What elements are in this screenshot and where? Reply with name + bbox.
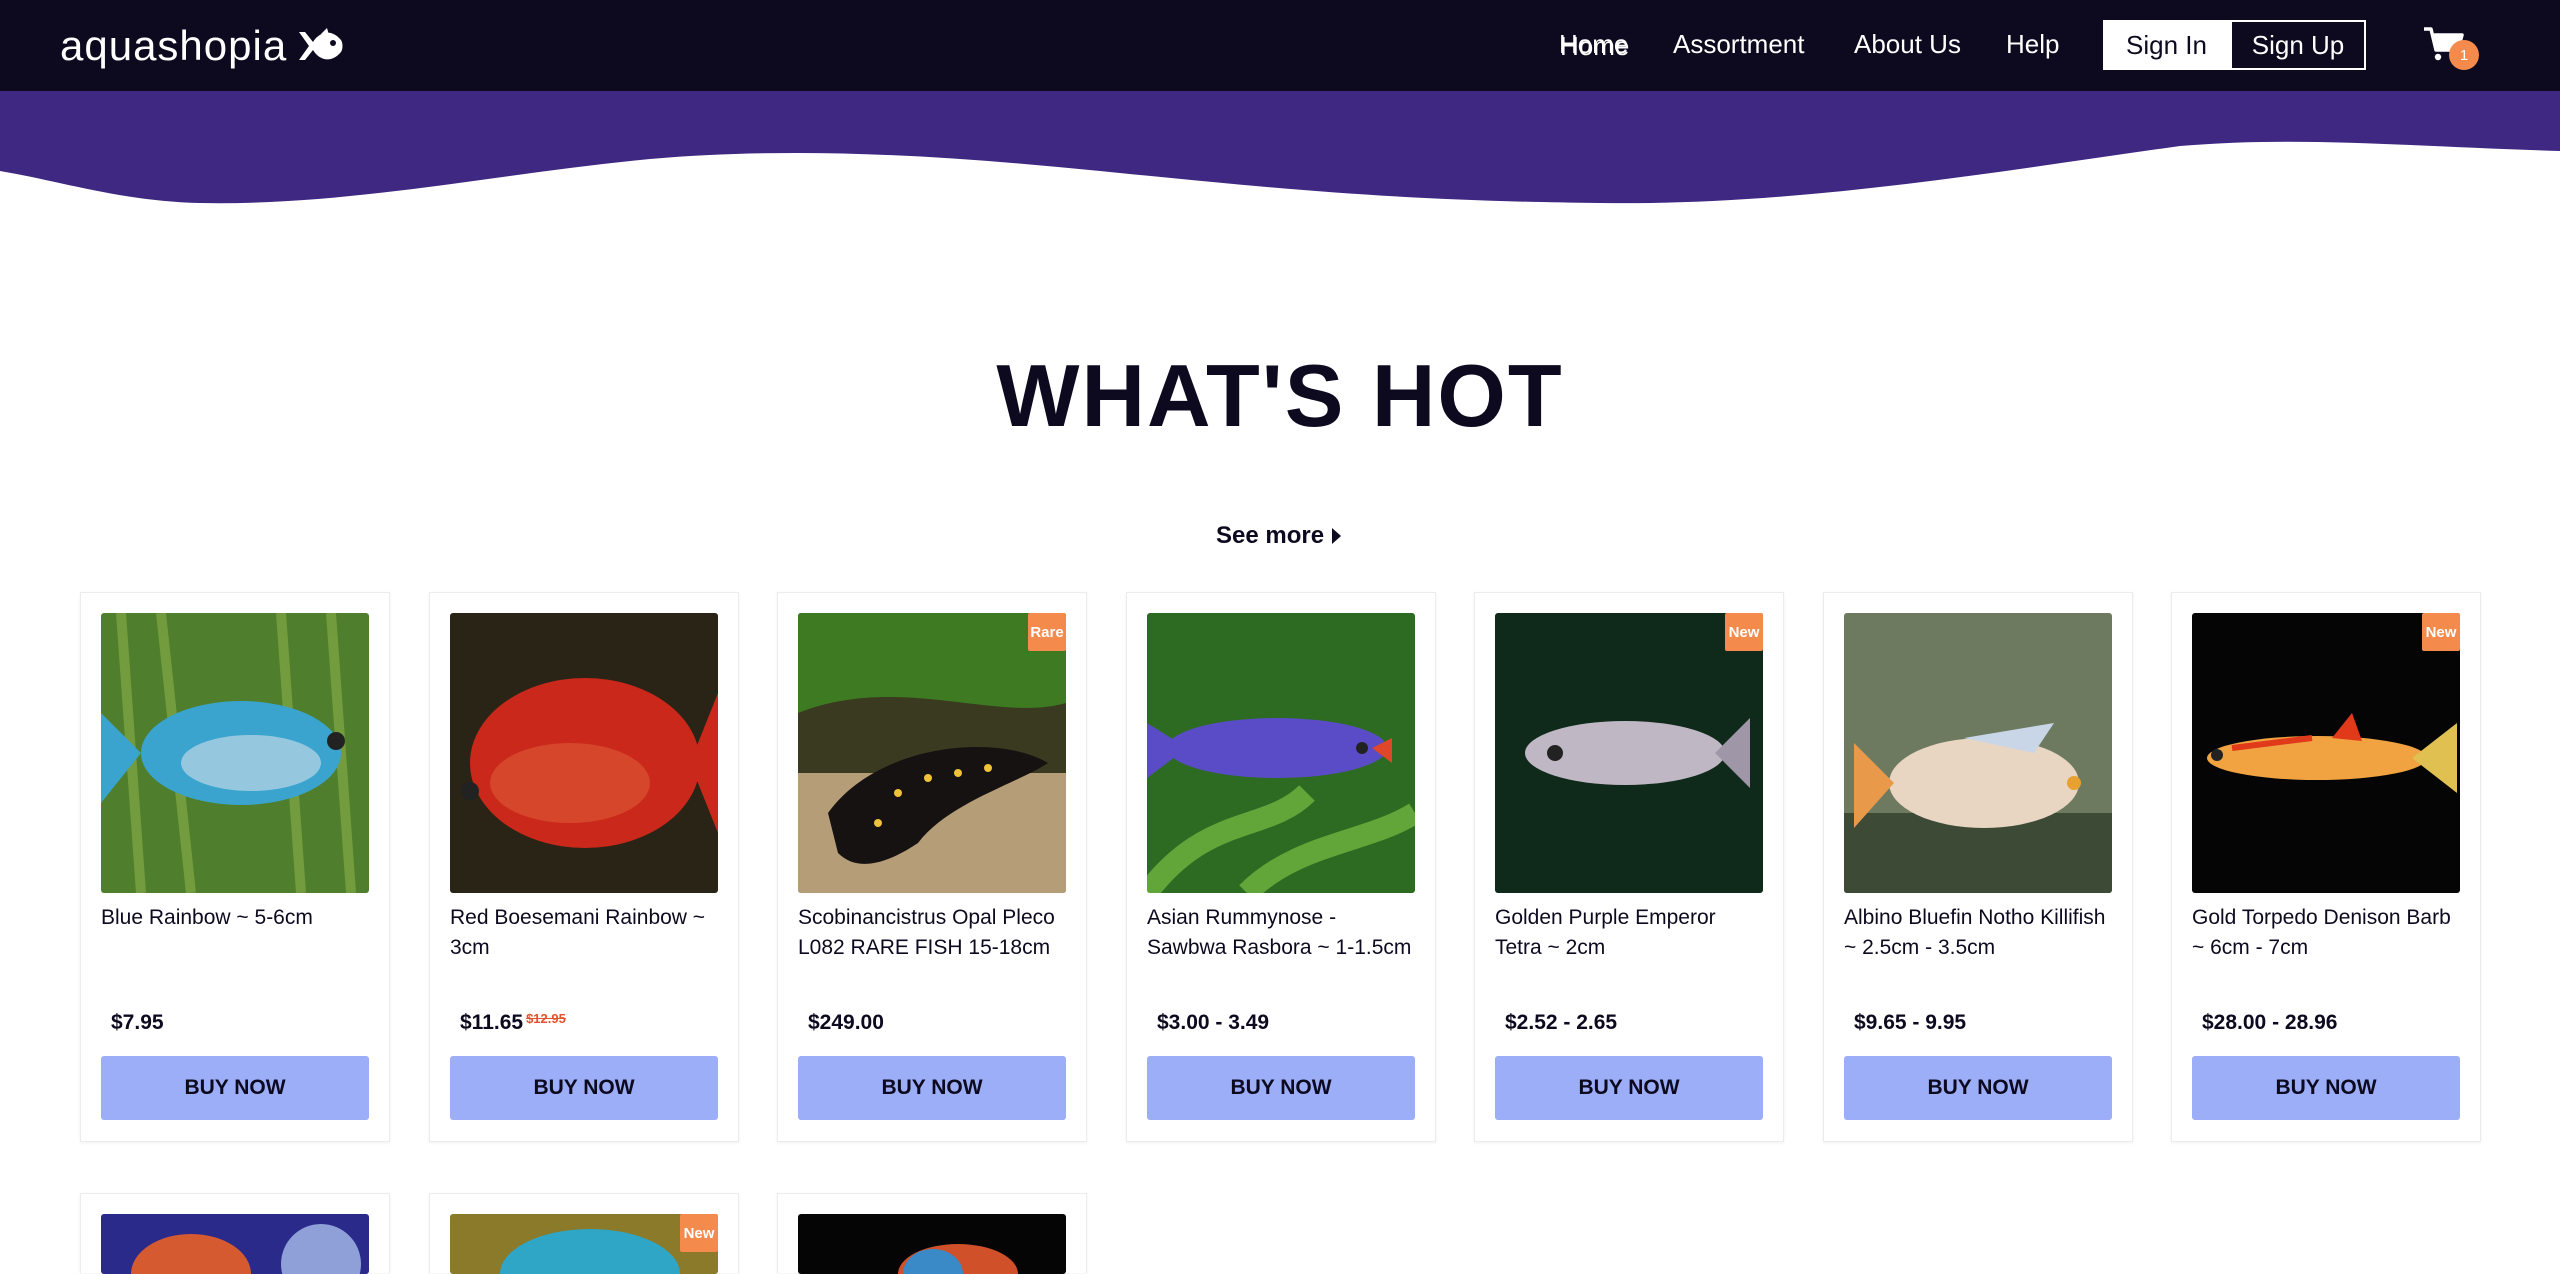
product-card[interactable]: [777, 1193, 1087, 1274]
buy-now-button[interactable]: BUY NOW: [101, 1056, 369, 1120]
buy-now-button[interactable]: BUY NOW: [450, 1056, 718, 1120]
cart-count-badge: 1: [2449, 40, 2479, 70]
product-badge: Rare: [1028, 613, 1066, 651]
product-name[interactable]: Golden Purple Emperor Tetra ~ 2cm: [1495, 903, 1767, 963]
product-price: $2.52 - 2.65: [1505, 1011, 1617, 1035]
fish-logo-icon: [299, 28, 343, 60]
buy-now-button[interactable]: BUY NOW: [1147, 1056, 1415, 1120]
product-badge: New: [1725, 613, 1763, 651]
product-image[interactable]: [798, 1214, 1066, 1274]
product-card[interactable]: Rare Scobinancistrus Opal Pleco L082 RAR…: [777, 592, 1087, 1142]
current-price: $7.95: [111, 1011, 164, 1034]
product-card[interactable]: New Golden Purple Emperor Tetra ~ 2cm $2…: [1474, 592, 1784, 1142]
product-image[interactable]: [101, 613, 369, 893]
current-price: $9.65 - 9.95: [1854, 1011, 1967, 1034]
product-card[interactable]: Red Boesemani Rainbow ~ 3cm $11.65 $12.95…: [429, 592, 739, 1142]
product-name[interactable]: Gold Torpedo Denison Barb ~ 6cm - 7cm: [2192, 903, 2464, 963]
hero-wave: [0, 91, 2560, 204]
old-price: $12.95: [526, 1011, 566, 1026]
buy-now-button[interactable]: BUY NOW: [1495, 1056, 1763, 1120]
section-title: WHAT'S HOT: [996, 346, 1564, 445]
current-price: $2.52 - 2.65: [1505, 1011, 1618, 1034]
product-card[interactable]: [80, 1193, 390, 1274]
product-card[interactable]: Asian Rummynose - Sawbwa Rasbora ~ 1-1.5…: [1126, 592, 1436, 1142]
product-price: $28.00 - 28.96: [2202, 1011, 2337, 1035]
product-image[interactable]: [1495, 613, 1763, 893]
product-name[interactable]: Asian Rummynose - Sawbwa Rasbora ~ 1-1.5…: [1147, 903, 1419, 963]
product-card[interactable]: New: [429, 1193, 739, 1274]
nav-help-link[interactable]: Help: [2006, 29, 2059, 60]
buy-now-button[interactable]: BUY NOW: [1844, 1056, 2112, 1120]
product-image[interactable]: [798, 613, 1066, 893]
sign-in-button[interactable]: Sign In: [2103, 20, 2230, 70]
product-price: $249.00: [808, 1011, 884, 1035]
product-badge: New: [2422, 613, 2460, 651]
product-image[interactable]: [450, 1214, 718, 1274]
product-card[interactable]: Blue Rainbow ~ 5-6cm $7.95 BUY NOW: [80, 592, 390, 1142]
product-name[interactable]: Red Boesemani Rainbow ~ 3cm: [450, 903, 722, 963]
buy-now-button[interactable]: BUY NOW: [2192, 1056, 2460, 1120]
product-card[interactable]: New Gold Torpedo Denison Barb ~ 6cm - 7c…: [2171, 592, 2481, 1142]
nav-assortment-link[interactable]: Assortment: [1673, 29, 1805, 60]
caret-right-icon: [1332, 528, 1342, 544]
product-name[interactable]: Scobinancistrus Opal Pleco L082 RARE FIS…: [798, 903, 1070, 963]
product-card[interactable]: Albino Bluefin Notho Killifish ~ 2.5cm -…: [1823, 592, 2133, 1142]
see-more-link[interactable]: See more: [1216, 522, 1342, 550]
product-image[interactable]: [1147, 613, 1415, 893]
see-more-label: See more: [1216, 522, 1325, 549]
product-name[interactable]: Blue Rainbow ~ 5-6cm: [101, 903, 373, 933]
brand-logo[interactable]: aquashopia: [60, 18, 345, 74]
product-image[interactable]: [450, 613, 718, 893]
brand-name: aquashopia: [60, 22, 288, 69]
product-price: $11.65 $12.95: [460, 1011, 566, 1035]
nav-home-link[interactable]: Home: [1559, 29, 1628, 60]
current-price: $3.00 - 3.49: [1157, 1011, 1270, 1034]
product-price: $3.00 - 3.49: [1157, 1011, 1269, 1035]
sign-up-button[interactable]: Sign Up: [2230, 20, 2366, 70]
product-image[interactable]: [101, 1214, 369, 1274]
product-badge: New: [680, 1214, 718, 1252]
product-name[interactable]: Albino Bluefin Notho Killifish ~ 2.5cm -…: [1844, 903, 2116, 963]
nav-about-us-link[interactable]: About Us: [1854, 29, 1961, 60]
product-price: $7.95: [111, 1011, 164, 1035]
product-image[interactable]: [2192, 613, 2460, 893]
current-price: $28.00 - 28.96: [2202, 1011, 2338, 1034]
product-image[interactable]: [1844, 613, 2112, 893]
product-price: $9.65 - 9.95: [1854, 1011, 1966, 1035]
current-price: $249.00: [808, 1011, 884, 1034]
current-price: $11.65: [460, 1011, 524, 1034]
buy-now-button[interactable]: BUY NOW: [798, 1056, 1066, 1120]
